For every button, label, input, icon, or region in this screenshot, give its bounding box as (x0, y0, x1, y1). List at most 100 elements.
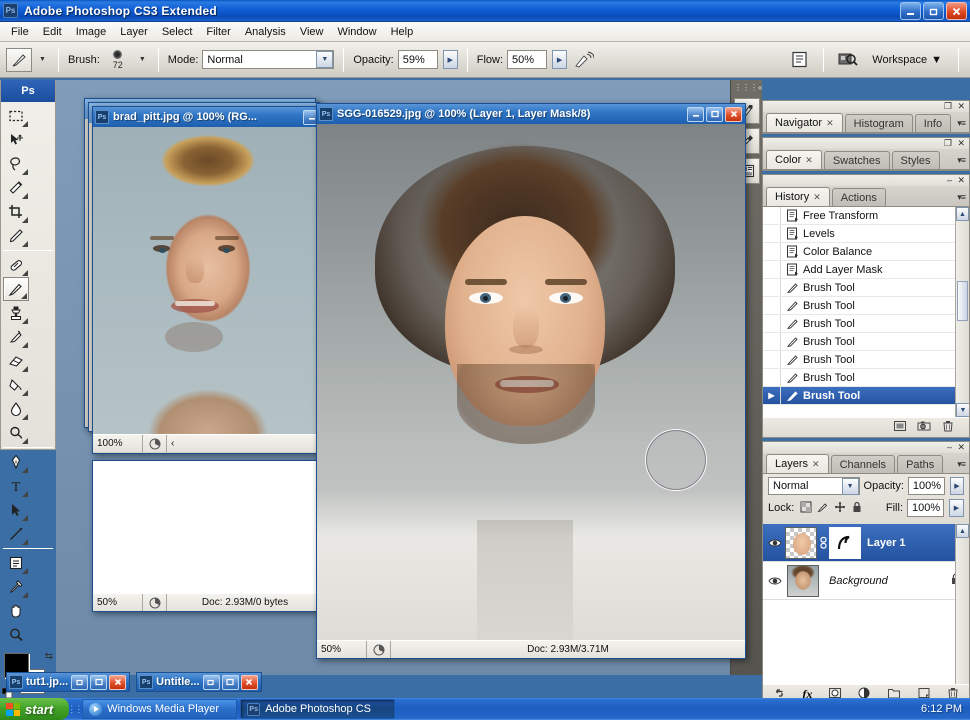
notes-tool[interactable] (3, 551, 29, 575)
document-maximize-button[interactable] (90, 674, 108, 690)
palettes-icon[interactable] (786, 48, 812, 72)
minimized-document-untitled[interactable]: Ps Untitle... (136, 672, 262, 692)
history-item[interactable]: Brush Tool (763, 333, 969, 351)
tab-layers[interactable]: Layers ✕ (766, 454, 829, 473)
lock-image-icon[interactable] (817, 501, 829, 516)
current-tool-icon[interactable] (6, 47, 32, 72)
gradient-tool[interactable] (3, 373, 29, 397)
tab-info[interactable]: Info (914, 114, 952, 132)
create-new-snapshot-button[interactable] (917, 419, 931, 436)
history-scrollbar[interactable]: ▲ ▼ (955, 207, 969, 417)
menu-select[interactable]: Select (155, 24, 200, 40)
opacity-slider-button[interactable]: ▶ (442, 50, 458, 69)
scroll-down-icon[interactable]: ▼ (956, 403, 969, 417)
document-window-brad-pitt[interactable]: Ps brad_pitt.jpg @ 100% (RG... 100% ‹ (92, 106, 324, 454)
scrollbar-thumb[interactable] (957, 281, 968, 321)
history-brush-tool[interactable] (3, 325, 29, 349)
layer-name[interactable]: Layer 1 (867, 537, 906, 549)
lock-all-icon[interactable] (851, 501, 863, 516)
status-menu-icon-active[interactable] (367, 641, 391, 658)
panel-close-button[interactable]: ✕ (957, 139, 965, 148)
hand-tool[interactable] (3, 599, 29, 623)
crop-tool[interactable] (3, 200, 29, 224)
snapshot-toggle[interactable] (763, 333, 781, 350)
taskbar-clock[interactable]: 6:12 PM (913, 703, 970, 715)
tab-styles[interactable]: Styles (891, 151, 940, 169)
document-canvas-brad-pitt-2[interactable] (93, 461, 323, 593)
bridge-icon[interactable] (835, 48, 861, 72)
document-close-button[interactable] (725, 106, 742, 122)
dodge-tool[interactable] (3, 421, 29, 445)
start-button[interactable]: start (0, 698, 70, 720)
document-restore-button[interactable] (202, 674, 220, 690)
status-menu-icon-2[interactable] (143, 594, 167, 611)
taskbar-grip[interactable]: ⋮⋮ (67, 700, 83, 718)
layer-name[interactable]: Background (829, 575, 888, 587)
layer-row[interactable]: Background (763, 562, 969, 600)
blur-tool[interactable] (3, 397, 29, 421)
brush-tool[interactable] (3, 277, 29, 301)
menu-file[interactable]: File (4, 24, 36, 40)
history-item[interactable]: Levels (763, 225, 969, 243)
layers-scrollbar[interactable]: ▲ (955, 524, 969, 684)
eyedropper-tool[interactable] (3, 575, 29, 599)
clone-stamp-tool[interactable] (3, 301, 29, 325)
menu-view[interactable]: View (293, 24, 331, 40)
lasso-tool[interactable] (3, 152, 29, 176)
minimize-button[interactable] (900, 2, 921, 20)
zoom-level-active[interactable]: 50% (317, 641, 367, 658)
pen-tool[interactable] (3, 450, 29, 474)
brush-preset-preview[interactable]: 72 (104, 49, 132, 70)
scroll-up-icon[interactable]: ▲ (956, 524, 969, 538)
menu-edit[interactable]: Edit (36, 24, 69, 40)
scroll-up-icon[interactable]: ▲ (956, 207, 969, 221)
snapshot-toggle[interactable] (763, 225, 781, 242)
status-chevron-icon[interactable]: ‹ (167, 438, 323, 449)
history-item-selected[interactable]: ▶ Brush Tool (763, 387, 969, 405)
history-item[interactable]: Color Balance (763, 243, 969, 261)
airbrush-icon[interactable] (571, 48, 597, 72)
layer-thumbnail[interactable] (785, 526, 817, 559)
history-item[interactable]: Brush Tool (763, 315, 969, 333)
menu-analysis[interactable]: Analysis (238, 24, 293, 40)
layer-blend-mode-select[interactable]: Normal ▼ (768, 477, 860, 495)
double-chevron-left-icon[interactable]: « (758, 83, 762, 92)
document-titlebar[interactable]: Ps brad_pitt.jpg @ 100% (RG... (93, 107, 323, 127)
panel-minimize-button[interactable]: ❐ (944, 139, 952, 148)
eraser-tool[interactable] (3, 349, 29, 373)
healing-brush-tool[interactable] (3, 253, 29, 277)
menu-window[interactable]: Window (330, 24, 383, 40)
document-close-button[interactable] (240, 674, 258, 690)
zoom-tool[interactable] (3, 623, 29, 647)
close-icon[interactable]: ✕ (826, 118, 834, 129)
menu-filter[interactable]: Filter (199, 24, 237, 40)
layer-fill-input[interactable]: 100% (907, 499, 944, 517)
path-selection-tool[interactable] (3, 498, 29, 522)
zoom-level-2[interactable]: 50% (93, 594, 143, 611)
history-item[interactable]: Brush Tool (763, 369, 969, 387)
history-item[interactable]: Brush Tool (763, 351, 969, 369)
snapshot-toggle[interactable] (763, 369, 781, 386)
taskbar-item-photoshop[interactable]: Ps Adobe Photoshop CS (240, 699, 396, 719)
snapshot-toggle[interactable] (763, 261, 781, 278)
tool-preset-chevron-icon[interactable]: ▼ (36, 49, 49, 71)
tab-history[interactable]: History ✕ (766, 187, 830, 206)
close-icon[interactable]: ✕ (812, 459, 820, 470)
panel-menu-icon[interactable]: ▾≡ (957, 459, 966, 470)
tab-histogram[interactable]: Histogram (844, 114, 913, 132)
layer-thumbnail[interactable] (787, 564, 819, 597)
panel-minimize-button[interactable]: ❐ (944, 102, 952, 111)
lock-transparency-icon[interactable] (800, 501, 812, 516)
dock-grip[interactable]: ⋮⋮⋮ « (731, 80, 762, 94)
new-document-from-state-button[interactable] (893, 419, 907, 436)
panel-minimize-button[interactable]: – (947, 443, 952, 452)
document-close-button[interactable] (109, 674, 127, 690)
document-titlebar-active[interactable]: Ps SGG-016529.jpg @ 100% (Layer 1, Layer… (317, 104, 745, 124)
restore-button[interactable] (923, 2, 944, 20)
magic-wand-tool[interactable] (3, 176, 29, 200)
panel-menu-icon[interactable]: ▾≡ (957, 118, 966, 129)
taskbar-item-media-player[interactable]: Windows Media Player (82, 699, 238, 719)
menu-help[interactable]: Help (384, 24, 421, 40)
type-tool[interactable]: T (3, 474, 29, 498)
layer-list[interactable]: Layer 1 Background ▲ (763, 524, 969, 684)
